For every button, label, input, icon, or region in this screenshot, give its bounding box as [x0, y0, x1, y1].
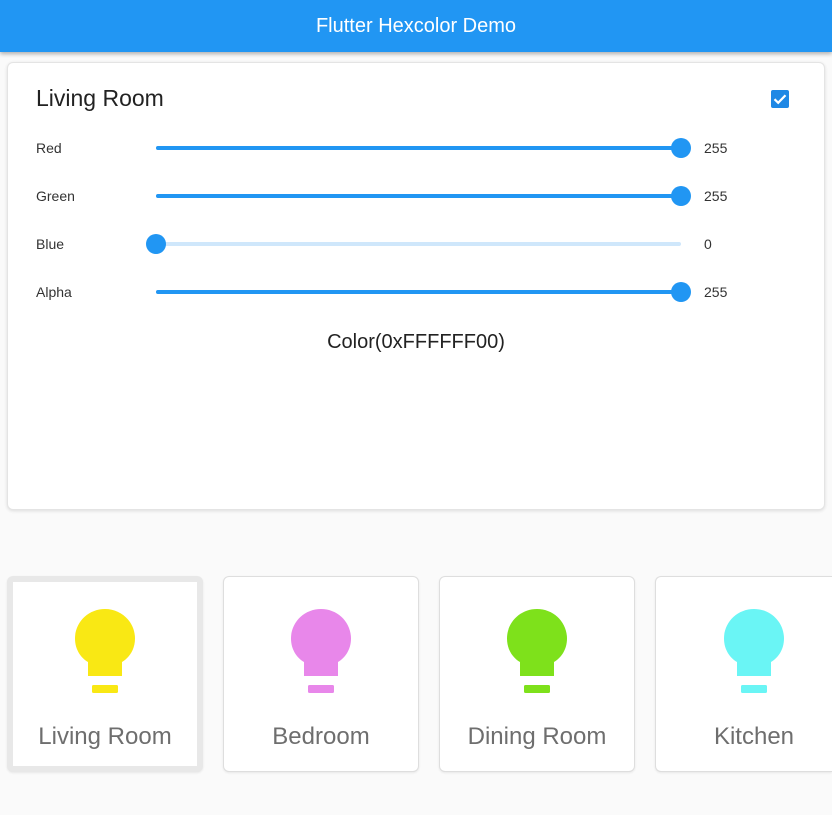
slider-label-alpha: Alpha — [36, 284, 72, 300]
room-label: Living Room — [38, 723, 172, 750]
green-slider-thumb[interactable] — [671, 186, 691, 206]
lightbulb-icon — [75, 609, 135, 694]
slider-label-blue: Blue — [36, 236, 65, 252]
color-editor-panel: Living Room Red 255 Green 255 Blue 0 Alp… — [7, 62, 825, 510]
slider-row-red: Red 255 — [8, 133, 824, 163]
room-label: Dining Room — [467, 723, 607, 750]
slider-value-blue: 0 — [704, 236, 712, 252]
slider-value-red: 255 — [704, 140, 728, 156]
room-enabled-checkbox[interactable] — [771, 90, 789, 108]
slider-value-green: 255 — [704, 188, 728, 204]
slider-row-green: Green 255 — [8, 181, 824, 211]
panel-title: Living Room — [36, 85, 164, 111]
room-card-bedroom[interactable]: Bedroom — [223, 576, 419, 772]
alpha-slider[interactable] — [156, 282, 691, 302]
alpha-slider-fill — [156, 290, 681, 294]
slider-label-red: Red — [36, 140, 62, 156]
red-slider-fill — [156, 146, 681, 150]
lightbulb-icon — [291, 609, 351, 694]
room-label: Bedroom — [272, 723, 370, 750]
green-slider[interactable] — [156, 186, 691, 206]
app-bar: Flutter Hexcolor Demo — [0, 0, 832, 52]
slider-row-alpha: Alpha 255 — [8, 277, 824, 307]
lightbulb-icon — [724, 609, 784, 694]
red-slider[interactable] — [156, 138, 691, 158]
slider-row-blue: Blue 0 — [8, 229, 824, 259]
blue-slider[interactable] — [146, 234, 681, 254]
color-value-text: Color(0xFFFFFF00) — [327, 331, 505, 353]
green-slider-fill — [156, 194, 681, 198]
room-card-living-room[interactable]: Living Room — [7, 576, 203, 772]
alpha-slider-thumb[interactable] — [671, 282, 691, 302]
slider-value-alpha: 255 — [704, 284, 728, 300]
checkmark-icon — [773, 94, 787, 105]
room-card-kitchen[interactable]: Kitchen — [655, 576, 832, 772]
red-slider-thumb[interactable] — [671, 138, 691, 158]
app-title: Flutter Hexcolor Demo — [315, 14, 517, 37]
room-card-dining-room[interactable]: Dining Room — [439, 576, 635, 772]
room-label: Kitchen — [713, 723, 795, 750]
slider-label-green: Green — [36, 188, 75, 204]
blue-slider-thumb[interactable] — [146, 234, 166, 254]
lightbulb-icon — [507, 609, 567, 694]
